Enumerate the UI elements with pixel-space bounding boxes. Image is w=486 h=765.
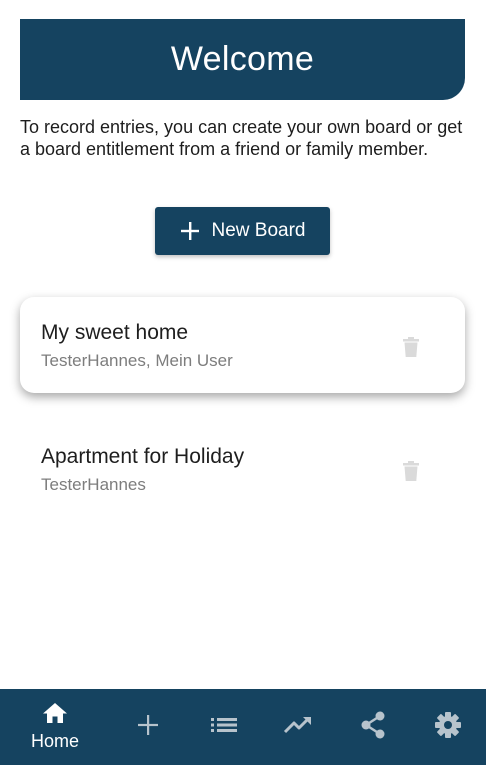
intro-text: To record entries, you can create your o… bbox=[20, 117, 463, 159]
board-members: TesterHannes, Mein User bbox=[41, 351, 233, 370]
trash-icon[interactable] bbox=[403, 337, 419, 357]
nav-home[interactable]: Home bbox=[20, 689, 90, 765]
bottom-navigation: Home bbox=[0, 689, 486, 765]
nav-settings[interactable] bbox=[428, 689, 468, 765]
nav-statistics[interactable] bbox=[278, 689, 318, 765]
new-board-label: New Board bbox=[211, 220, 306, 241]
list-icon bbox=[210, 715, 238, 740]
plus-icon bbox=[180, 221, 200, 241]
trash-icon[interactable] bbox=[403, 461, 419, 481]
page-title: Welcome bbox=[170, 40, 315, 78]
nav-add[interactable] bbox=[128, 689, 168, 765]
share-icon bbox=[360, 711, 386, 744]
nav-share[interactable] bbox=[353, 689, 393, 765]
nav-list[interactable] bbox=[204, 689, 244, 765]
new-board-button[interactable]: New Board bbox=[155, 207, 330, 255]
welcome-header: Welcome bbox=[20, 19, 465, 100]
gear-icon bbox=[434, 711, 462, 744]
board-members: TesterHannes bbox=[41, 475, 146, 494]
board-card-apartment-for-holiday[interactable]: Apartment for Holiday TesterHannes bbox=[20, 421, 465, 517]
nav-home-label: Home bbox=[30, 731, 79, 751]
trending-up-icon bbox=[283, 715, 313, 740]
home-icon bbox=[42, 702, 68, 729]
plus-icon bbox=[137, 714, 159, 741]
board-name: My sweet home bbox=[41, 321, 189, 344]
board-name: Apartment for Holiday bbox=[41, 445, 245, 468]
board-card-my-sweet-home[interactable]: My sweet home TesterHannes, Mein User bbox=[20, 297, 465, 393]
